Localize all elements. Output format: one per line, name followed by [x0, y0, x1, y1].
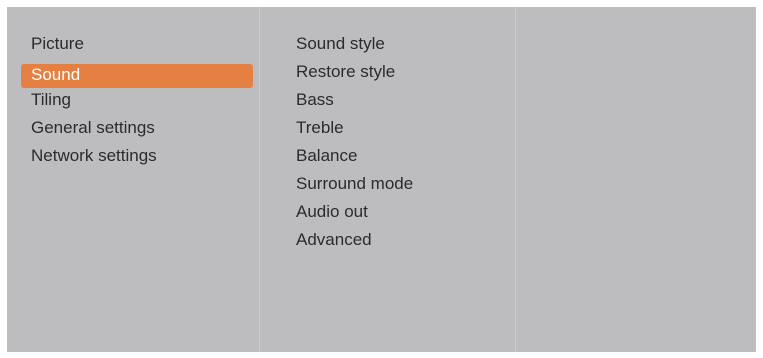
sub-menu-item-advanced[interactable]: Advanced [296, 230, 516, 258]
main-menu-column: Picture Sound Tiling General settings Ne… [7, 7, 260, 352]
settings-menu-panel: Picture Sound Tiling General settings Ne… [7, 7, 756, 352]
main-menu-item-general-settings[interactable]: General settings [21, 118, 253, 146]
main-menu-item-sound[interactable]: Sound [21, 64, 253, 88]
sound-sub-menu-list: Sound style Restore style Bass Treble Ba… [296, 34, 516, 258]
sub-menu-item-balance[interactable]: Balance [296, 146, 516, 174]
main-menu-item-picture[interactable]: Picture [21, 34, 253, 62]
sub-menu-item-restore-style[interactable]: Restore style [296, 62, 516, 90]
sub-menu-column: Sound style Restore style Bass Treble Ba… [260, 7, 516, 352]
sub-menu-item-bass[interactable]: Bass [296, 90, 516, 118]
main-menu-item-tiling[interactable]: Tiling [21, 90, 253, 118]
sub-menu-item-surround-mode[interactable]: Surround mode [296, 174, 516, 202]
sub-menu-item-sound-style[interactable]: Sound style [296, 34, 516, 62]
main-menu-item-network-settings[interactable]: Network settings [21, 146, 253, 174]
main-menu-list: Picture Sound Tiling General settings Ne… [21, 34, 253, 174]
sub-menu-item-treble[interactable]: Treble [296, 118, 516, 146]
detail-column [516, 7, 756, 352]
sub-menu-item-audio-out[interactable]: Audio out [296, 202, 516, 230]
